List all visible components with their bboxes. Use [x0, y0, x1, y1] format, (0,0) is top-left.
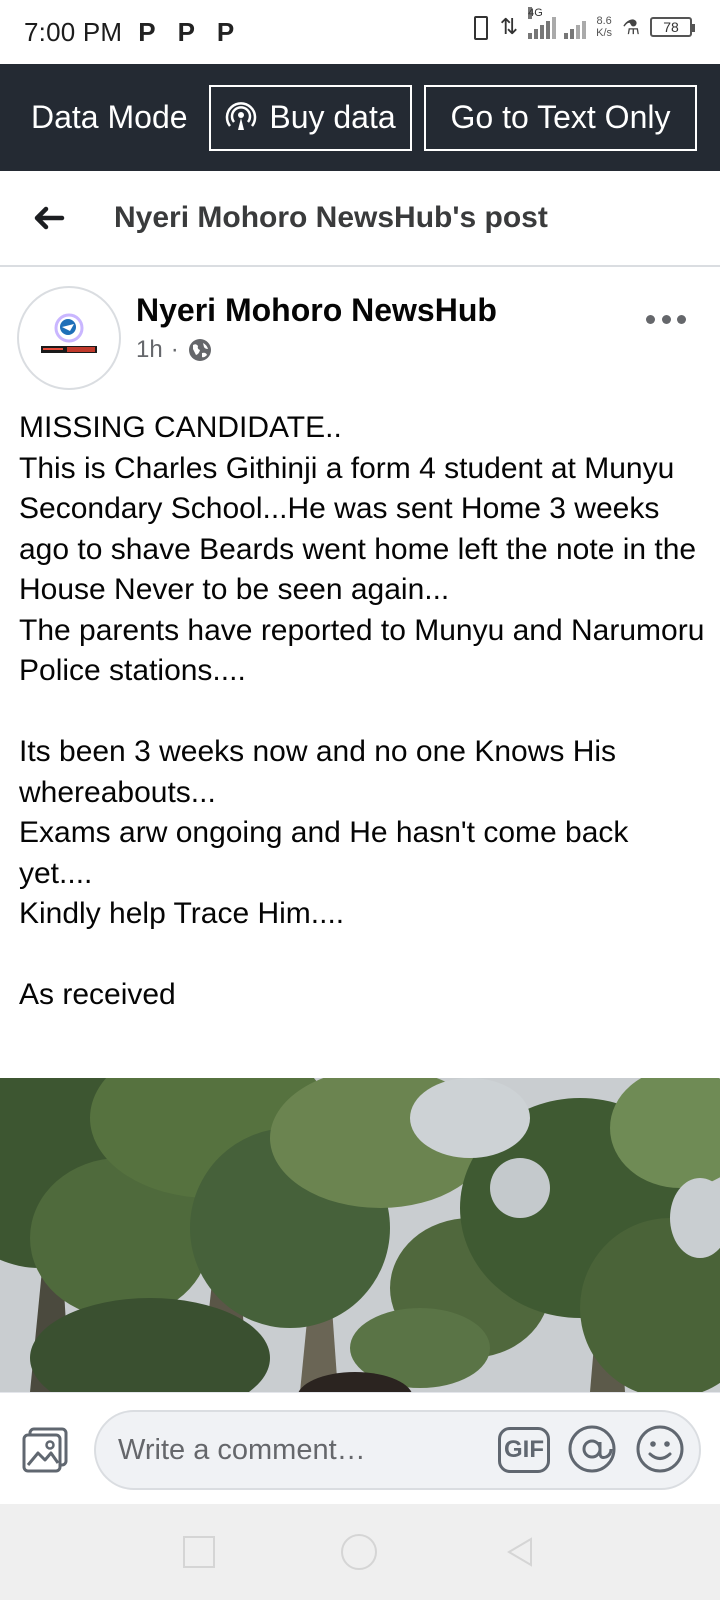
buy-data-label: Buy data [269, 99, 396, 135]
recent-apps-icon[interactable] [183, 1536, 215, 1568]
at-icon[interactable] [566, 1423, 618, 1475]
post-meta: 1h · [136, 336, 213, 364]
buy-data-button[interactable]: Buy data [209, 84, 412, 151]
status-indicators: ⇅ 4G 8.6 K/s ⚗ 78 [468, 7, 695, 40]
post-photo[interactable] [0, 1078, 720, 1392]
notification-icons: P P P [138, 17, 234, 48]
status-bar: 7:00 PM P P P ⇅ 4G 8.6 K/s ⚗ 78 [0, 0, 720, 64]
gif-icon[interactable]: GIF [498, 1427, 550, 1473]
page-title: Nyeri Mohoro NewsHub's post [114, 201, 548, 234]
photo-image [0, 1078, 720, 1392]
comment-bar: Write a comment… GIF [0, 1392, 720, 1504]
post-header: Nyeri Mohoro NewsHub's post [0, 171, 720, 267]
home-icon[interactable] [341, 1534, 377, 1570]
photo-icon[interactable] [20, 1423, 72, 1475]
text-only-label: Go to Text Only [450, 99, 671, 135]
data-transfer-icon: ⇅ [499, 14, 519, 39]
back-icon[interactable] [503, 1535, 537, 1569]
system-nav-bar [0, 1504, 720, 1600]
broadcast-icon [226, 101, 257, 130]
vibrate-icon [468, 14, 490, 40]
post-author-name[interactable]: Nyeri Mohoro NewsHub [136, 292, 497, 329]
back-arrow-icon[interactable] [28, 198, 68, 238]
battery-level: 78 [663, 19, 679, 35]
p-notification-icon: P [177, 16, 195, 47]
data-mode-bar: Data Mode Buy data Go to Text Only [0, 64, 720, 171]
speed-unit: K/s [596, 27, 613, 39]
post-body-text: MISSING CANDIDATE.. This is Charles Gith… [19, 411, 705, 1011]
flask-icon: ⚗ [622, 16, 640, 39]
post-time[interactable]: 1h [136, 336, 163, 364]
network-speed: 8.6 K/s [596, 15, 612, 39]
p-notification-icon: P [216, 16, 235, 47]
status-time: 7:00 PM [24, 16, 123, 47]
text-only-button[interactable]: Go to Text Only [424, 84, 697, 151]
signal-icon: 4G [528, 7, 587, 39]
p-notification-icon: P [138, 16, 156, 47]
globe-icon [188, 339, 211, 361]
post-author-row: Nyeri Mohoro NewsHub 1h · [0, 278, 720, 390]
network-type: 4G [528, 7, 543, 19]
speed-value: 8.6 [596, 15, 612, 27]
newshub-logo-icon [41, 313, 97, 353]
meta-separator: · [170, 336, 179, 363]
battery-icon: 78 [650, 17, 695, 37]
smile-icon[interactable] [634, 1423, 686, 1475]
more-options-icon[interactable] [646, 312, 686, 326]
page-avatar[interactable] [17, 286, 121, 390]
data-mode-label: Data Mode [31, 99, 188, 135]
